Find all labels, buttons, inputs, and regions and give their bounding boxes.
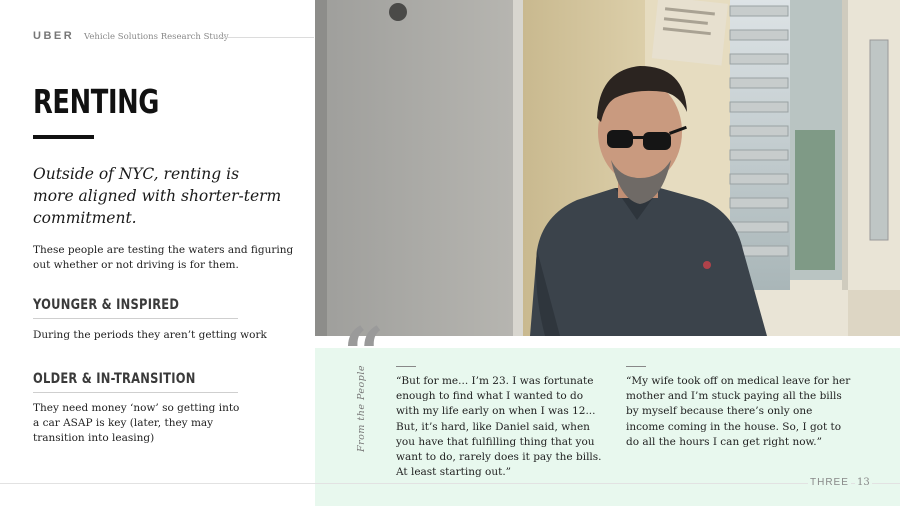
lead-statement: Outside of NYC, renting is more aligned … — [33, 165, 282, 227]
body-paragraph: These people are testing the waters and … — [33, 244, 294, 271]
page-title: RENTING — [33, 82, 160, 121]
quote-divider — [626, 366, 646, 367]
header-divider — [216, 37, 314, 38]
page-number: 13 — [855, 477, 872, 488]
segment-text-younger: During the periods they aren’t getting w… — [33, 329, 267, 341]
segment-divider — [33, 392, 238, 393]
segment-divider — [33, 318, 238, 319]
three-logo: THREE — [808, 477, 851, 488]
hero-photo — [315, 0, 900, 336]
quote-divider — [396, 366, 416, 367]
title-underline — [33, 135, 94, 139]
quote-text: “But for me... I’m 23. I was fortunate e… — [396, 375, 602, 479]
segment-heading-younger: YOUNGER & INSPIRED — [33, 297, 180, 313]
uber-logo: UBER — [33, 30, 75, 42]
segment-text-older: They need money ‘now’ so getting into a … — [33, 402, 240, 444]
segment-heading-older: OLDER & IN-TRANSITION — [33, 371, 196, 387]
footer-divider — [0, 483, 900, 484]
study-title: Vehicle Solutions Research Study — [84, 32, 229, 42]
slide: UBER Vehicle Solutions Research Study RE… — [0, 0, 900, 506]
quote-text: “My wife took off on medical leave for h… — [626, 375, 851, 448]
from-the-people-label: From the People — [356, 364, 367, 452]
